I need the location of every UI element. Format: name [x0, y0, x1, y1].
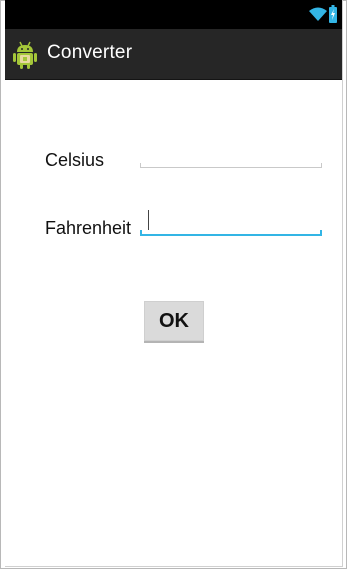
- celsius-field-tick-right: [321, 163, 322, 168]
- fahrenheit-field-underline: [140, 234, 322, 236]
- ok-button[interactable]: OK: [144, 301, 204, 343]
- app-title: Converter: [47, 42, 133, 63]
- phone-screen: Converter Celsius Fahrenheit OK: [5, 0, 343, 567]
- status-bar: [5, 0, 342, 29]
- celsius-label: Celsius: [45, 150, 105, 170]
- fahrenheit-label: Fahrenheit: [45, 218, 132, 238]
- battery-charging-icon: [329, 5, 337, 23]
- fahrenheit-field[interactable]: [140, 210, 322, 236]
- celsius-field-tick-left: [140, 163, 141, 168]
- fahrenheit-field-tick-right: [320, 230, 322, 236]
- celsius-field[interactable]: [140, 146, 322, 168]
- wifi-icon: [309, 7, 327, 21]
- fahrenheit-field-tick-left: [140, 230, 142, 236]
- text-cursor: [148, 210, 149, 230]
- action-bar: Converter: [5, 29, 342, 80]
- celsius-field-underline: [140, 167, 322, 168]
- android-app-icon[interactable]: [11, 40, 39, 70]
